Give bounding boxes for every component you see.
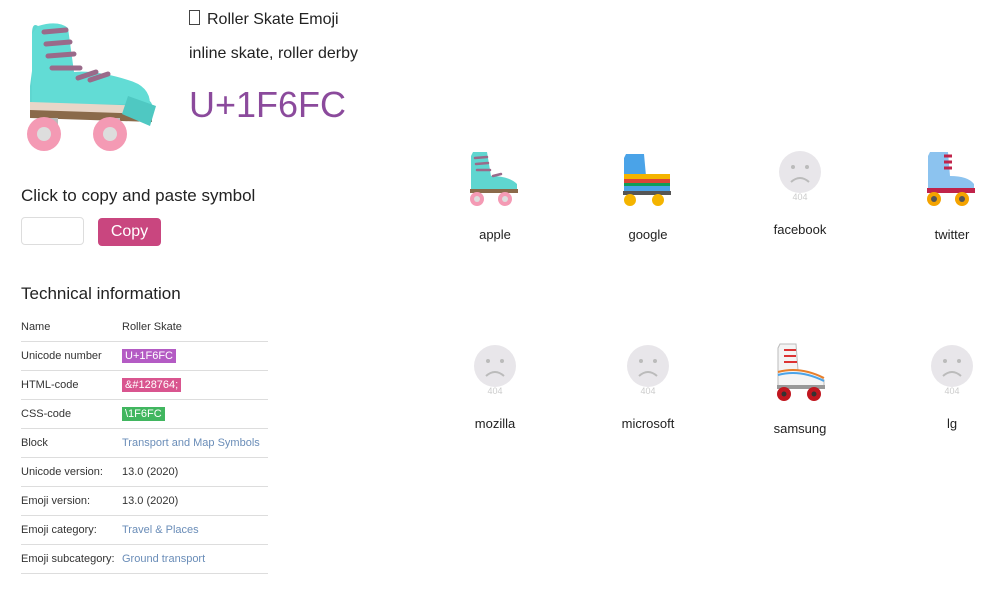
row-key-category: Emoji category:	[21, 515, 122, 545]
vendor-twitter[interactable]: twitter	[897, 148, 999, 242]
vendor-label: google	[628, 227, 668, 242]
sad-face-icon	[931, 345, 973, 387]
subcategory-link[interactable]: Ground transport	[122, 553, 205, 565]
row-key-css: CSS-code	[21, 399, 122, 429]
apple-skate-image	[470, 152, 518, 206]
row-key-unicode: Unicode number	[21, 341, 122, 371]
microsoft-unavailable: 404	[618, 342, 678, 402]
vendor-label: lg	[946, 416, 958, 431]
emoji-glyph-icon	[189, 10, 200, 25]
roller-skate-image	[27, 23, 156, 151]
table-row: Emoji subcategory: Ground transport	[21, 544, 268, 574]
mozilla-unavailable: 404	[465, 342, 525, 402]
table-row: Emoji category: Travel & Places	[21, 515, 268, 545]
unicode-number-value[interactable]: U+1F6FC	[122, 349, 176, 363]
page-title: Roller Skate Emoji	[189, 10, 339, 29]
lg-unavailable: 404	[922, 342, 982, 402]
table-row: CSS-code \1F6FC	[21, 399, 268, 429]
table-row: Unicode number U+1F6FC	[21, 341, 268, 371]
vendor-label: samsung	[773, 421, 827, 436]
vendor-mozilla[interactable]: 404 mozilla	[440, 342, 550, 431]
unicode-version-value: 13.0 (2020)	[122, 457, 268, 487]
sad-face-icon	[779, 151, 821, 193]
copy-label: Click to copy and paste symbol	[21, 186, 256, 205]
row-value-name: Roller Skate	[122, 313, 268, 342]
emoji-version-value: 13.0 (2020)	[122, 486, 268, 516]
emoji-keywords: inline skate, roller derby	[189, 45, 358, 62]
category-link[interactable]: Travel & Places	[122, 524, 199, 536]
table-row: Emoji version: 13.0 (2020)	[21, 486, 268, 516]
samsung-skate-image	[777, 343, 825, 401]
vendor-facebook[interactable]: 404 facebook	[745, 148, 855, 237]
vendor-microsoft[interactable]: 404 microsoft	[593, 342, 703, 431]
sad-face-icon	[474, 345, 516, 387]
row-key-name: Name	[21, 313, 122, 342]
technical-info-table: Name Roller Skate Unicode number U+1F6FC…	[21, 313, 268, 574]
codepoint-heading: U+1F6FC	[189, 84, 347, 125]
vendor-samsung[interactable]: samsung	[745, 342, 855, 436]
row-key-emoji-version: Emoji version:	[21, 486, 122, 516]
row-key-html: HTML-code	[21, 370, 122, 400]
copy-button[interactable]: Copy	[98, 218, 161, 246]
vendor-label: apple	[479, 227, 511, 242]
table-row: HTML-code &#128764;	[21, 370, 268, 400]
row-key-block: Block	[21, 428, 122, 458]
table-row: Name Roller Skate	[21, 313, 268, 342]
google-skate-image	[623, 154, 671, 206]
vendor-label: twitter	[934, 227, 970, 242]
not-found-code: 404	[792, 192, 808, 202]
sad-face-icon	[627, 345, 669, 387]
vendor-google[interactable]: google	[593, 148, 703, 242]
technical-info-title: Technical information	[21, 284, 181, 303]
vendor-apple[interactable]: apple	[440, 148, 550, 242]
vendor-label: mozilla	[474, 416, 516, 431]
table-row: Unicode version: 13.0 (2020)	[21, 457, 268, 487]
row-key-unicode-version: Unicode version:	[21, 457, 122, 487]
facebook-unavailable: 404	[770, 148, 830, 208]
not-found-code: 404	[640, 386, 656, 396]
html-code-value[interactable]: &#128764;	[122, 378, 182, 392]
not-found-code: 404	[944, 386, 960, 396]
twitter-skate-image	[927, 152, 975, 206]
vendor-label: facebook	[773, 222, 827, 237]
row-key-subcategory: Emoji subcategory:	[21, 544, 122, 574]
block-link[interactable]: Transport and Map Symbols	[122, 437, 260, 449]
page-title-text: Roller Skate Emoji	[207, 11, 339, 28]
table-row: Block Transport and Map Symbols	[21, 428, 268, 458]
css-code-value[interactable]: \1F6FC	[122, 407, 165, 421]
copy-input[interactable]	[21, 217, 84, 245]
vendor-label: microsoft	[621, 416, 675, 431]
not-found-code: 404	[487, 386, 503, 396]
vendor-lg[interactable]: 404 lg	[897, 342, 999, 431]
